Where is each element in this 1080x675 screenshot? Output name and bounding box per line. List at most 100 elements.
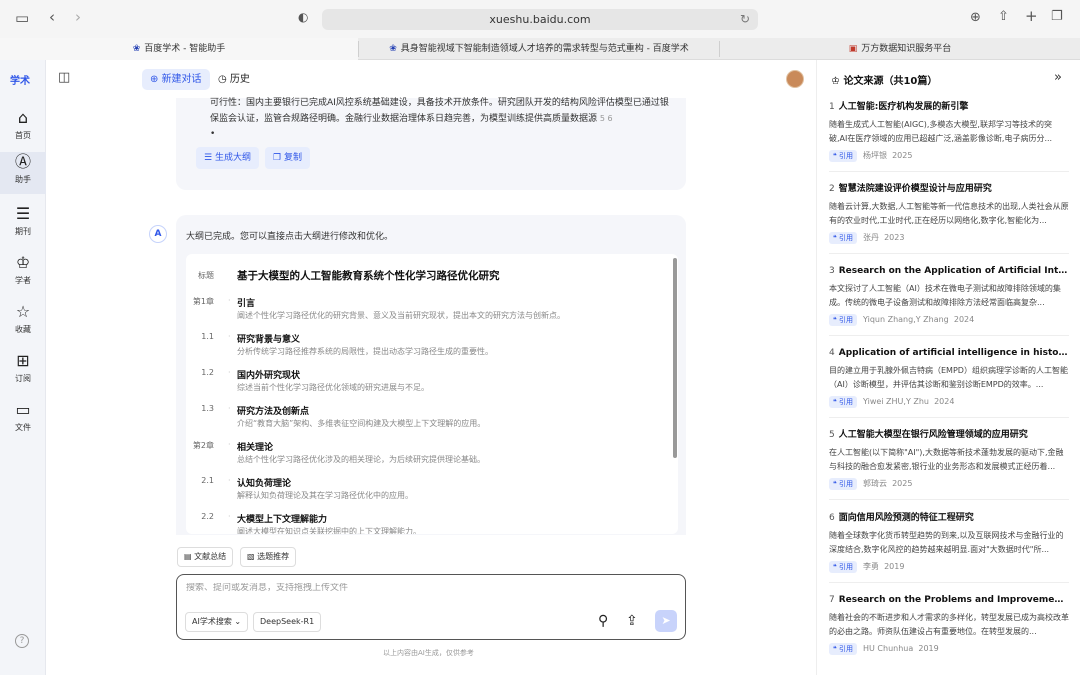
chevron-down-icon: ⌄ — [234, 617, 242, 626]
outline-editor[interactable]: 标题 基于大模型的人工智能教育系统个性化学习路径优化研究 第1章 · 引言 阐述… — [186, 254, 678, 534]
chat-toolbar: ◫ ⊕ 新建对话 ◷ 历史 — [46, 60, 816, 98]
help-icon[interactable]: ? — [15, 634, 29, 648]
source-abstract: 随着全球数字化货币转型趋势的到来,以及互联网技术与金融行业的深度结合,数字化风控… — [829, 531, 1064, 554]
source-meta: ❝ 引用 Yiqun Zhang,Y Zhang 2024 — [829, 313, 1069, 327]
sidebar-item-scholars[interactable]: ♔ 学者 — [0, 253, 46, 295]
cite-button[interactable]: ❝ 引用 — [829, 314, 857, 326]
address-bar[interactable]: xueshu.baidu.com ↻ — [322, 9, 758, 30]
source-item[interactable]: 7 Research on the Problems and Improvemen… — [829, 593, 1069, 656]
ai-disclaimer: 以上内容由AI生成，仅供参考 — [383, 649, 474, 657]
home-icon: ⌂ — [17, 108, 29, 127]
tab-paper-page[interactable]: ❀ 具身智能视域下智能制造领域人才培养的需求转型与范式重构 - 百度学术 — [359, 38, 719, 60]
source-abstract: 目的建立用于乳腺外佩吉特病（EMPD）组织病理学诊断的人工智能（AI）诊断模型，… — [829, 366, 1068, 389]
topic-recommend-button[interactable]: ▧ 选题推荐 — [240, 547, 297, 567]
source-abstract: 随着社会的不断进步和人才需求的多样化，转型发展已成为高校改革的必由之路。师资队伍… — [829, 613, 1069, 636]
xueshu-logo[interactable]: 学术 — [10, 72, 30, 87]
tab-wanfang[interactable]: ▣ 万方数据知识服务平台 — [720, 38, 1080, 60]
sidebar-item-assistant[interactable]: Ⓐ 助手 — [0, 152, 46, 194]
source-item[interactable]: 5 人工智能大模型在银行风险管理领域的应用研究 在人工智能(以下简称"AI"),大… — [829, 428, 1069, 491]
baidu-paw-icon: ❀ — [132, 44, 141, 54]
tab-overview-icon[interactable]: ❐ — [1051, 10, 1063, 23]
privacy-shield-icon: ◐ — [298, 10, 309, 24]
assistant-icon: Ⓐ — [14, 152, 31, 171]
source-title[interactable]: 2 智慧法院建设评价模型设计与应用研究 — [829, 182, 1069, 196]
new-chat-button[interactable]: ⊕ 新建对话 — [142, 69, 210, 90]
source-item[interactable]: 4 Application of artificial intelligence … — [829, 346, 1069, 409]
history-button[interactable]: ◷ 历史 — [218, 69, 250, 90]
sidebar-item-files[interactable]: ▭ 文件 — [0, 400, 46, 442]
source-item[interactable]: 3 Research on the Application of Artifici… — [829, 264, 1069, 327]
cite-button[interactable]: ❝ 引用 — [829, 232, 857, 244]
topic-icon: ▧ — [247, 552, 258, 561]
cite-button[interactable]: ❝ 引用 — [829, 150, 857, 162]
copy-button[interactable]: ❐ 复制 — [265, 147, 310, 169]
source-title[interactable]: 1 人工智能:医疗机构发展的新引擎 — [829, 100, 1069, 114]
cite-button[interactable]: ❝ 引用 — [829, 643, 857, 655]
send-button[interactable]: ➤ — [655, 610, 677, 632]
cite-button[interactable]: ❝ 引用 — [829, 396, 857, 408]
document-icon: ▤ — [184, 552, 195, 561]
source-abstract: 本文探讨了人工智能（AI）技术在微电子测试和故障排除领域的集成。传统的微电子设备… — [829, 284, 1061, 307]
sidebar-item-home[interactable]: ⌂ 首页 — [0, 108, 46, 150]
url-text: xueshu.baidu.com — [489, 13, 591, 26]
copy-icon: ❐ — [273, 153, 284, 163]
sidebar-toggle-icon[interactable]: ▭ — [15, 11, 29, 26]
source-title[interactable]: 5 人工智能大模型在银行风险管理领域的应用研究 — [829, 428, 1069, 442]
chat-input[interactable] — [186, 583, 666, 593]
reference-numbers[interactable]: 5 6 — [600, 114, 613, 123]
generate-outline-button[interactable]: ☰ 生成大纲 — [196, 147, 259, 169]
upload-icon[interactable]: ⇪ — [626, 613, 638, 629]
browser-toolbar: ▭ ‹ › ◐ xueshu.baidu.com ↻ ⊕ ⇧ + ❐ — [0, 0, 1080, 38]
source-abstract: 随着云计算,大数据,人工智能等新一代信息技术的出现,人类社会从原有的农业时代,工… — [829, 202, 1069, 225]
graduation-cap-icon: ♔ — [15, 253, 31, 272]
clock-icon: ◷ — [218, 74, 230, 85]
source-abstract: 在人工智能(以下简称"AI"),大数据等新技术蓬勃发展的驱动下,金融与科技的融合… — [829, 448, 1064, 471]
answer-text: 可行性：国内主要银行已完成AI风控系统基础建设，具备技术开放条件。研究团队开发的… — [210, 98, 669, 139]
cite-button[interactable]: ❝ 引用 — [829, 478, 857, 490]
model-select[interactable]: DeepSeek-R1 — [253, 612, 322, 632]
outline-intro-text: 大纲已完成。您可以直接点击大纲进行修改和优化。 — [186, 232, 394, 242]
panel-toggle-icon[interactable]: ◫ — [58, 70, 70, 85]
source-item[interactable]: 1 人工智能:医疗机构发展的新引擎 随着生成式人工智能(AIGC),多模态大模型,… — [829, 100, 1069, 163]
wanfang-logo-icon: ▣ — [848, 44, 858, 54]
baidu-paw-icon: ❀ — [389, 44, 397, 54]
download-icon[interactable]: ⊕ — [970, 11, 981, 24]
source-abstract: 随着生成式人工智能(AIGC),多模态大模型,联邦学习等技术的突破,AI在医疗领… — [829, 120, 1053, 143]
cite-button[interactable]: ❝ 引用 — [829, 561, 857, 573]
source-item[interactable]: 2 智慧法院建设评价模型设计与应用研究 随着云计算,大数据,人工智能等新一代信息技… — [829, 182, 1069, 245]
ai-assistant-icon: A — [149, 225, 167, 243]
left-sidebar: 学术 ⌂ 首页 Ⓐ 助手 ☰ 期刊 ♔ 学者 ☆ 收藏 ⊞ 订阅 ▭ 文件 ? — [0, 60, 46, 675]
link-icon[interactable]: ⚲ — [598, 613, 608, 629]
forward-icon[interactable]: › — [75, 10, 81, 25]
outline-scrollbar[interactable] — [673, 258, 677, 458]
folder-icon: ▭ — [15, 400, 31, 419]
subscribe-icon: ⊞ — [16, 351, 30, 370]
graduation-cap-icon: ♔ — [831, 76, 844, 87]
send-icon: ➤ — [661, 614, 671, 627]
sidebar-item-subscriptions[interactable]: ⊞ 订阅 — [0, 351, 46, 393]
user-avatar[interactable] — [786, 70, 804, 88]
collapse-panel-icon[interactable]: » — [1054, 70, 1062, 85]
source-title[interactable]: 3 Research on the Application of Artifici… — [829, 264, 1069, 278]
sidebar-item-journals[interactable]: ☰ 期刊 — [0, 204, 46, 246]
journal-icon: ☰ — [15, 204, 31, 223]
literature-summary-button[interactable]: ▤ 文献总结 — [177, 547, 234, 567]
reload-icon[interactable]: ↻ — [740, 9, 750, 30]
list-icon: ☰ — [204, 153, 215, 163]
chat-input-box[interactable]: AI学术搜索 ⌄ DeepSeek-R1 ⚲ ⇪ ➤ — [176, 574, 686, 640]
tab-bar: ❀ 百度学术 - 智能助手 ❀ 具身智能视域下智能制造领域人才培养的需求转型与范式重… — [0, 38, 1080, 60]
source-meta: ❝ 引用 李勇 2019 — [829, 560, 1069, 574]
source-meta: ❝ 引用 Yiwei ZHU,Y Zhu 2024 — [829, 395, 1069, 409]
share-icon[interactable]: ⇧ — [998, 10, 1009, 23]
source-title[interactable]: 7 Research on the Problems and Improvemen… — [829, 593, 1069, 607]
sidebar-item-favorites[interactable]: ☆ 收藏 — [0, 302, 46, 344]
sources-panel: ♔ 论文来源（共10篇） » 1 人工智能:医疗机构发展的新引擎 随着生成式人工智… — [816, 60, 1080, 675]
tab-baidu-assistant[interactable]: ❀ 百度学术 - 智能助手 — [0, 38, 358, 60]
search-mode-select[interactable]: AI学术搜索 ⌄ — [185, 612, 249, 632]
source-item[interactable]: 6 面向信用风险预测的特征工程研究 随着全球数字化货币转型趋势的到来,以及互联网技… — [829, 511, 1069, 574]
source-title[interactable]: 6 面向信用风险预测的特征工程研究 — [829, 511, 1069, 525]
source-meta: ❝ 引用 HU Chunhua 2019 — [829, 642, 1069, 656]
back-icon[interactable]: ‹ — [49, 10, 55, 25]
new-tab-icon[interactable]: + — [1025, 9, 1038, 24]
source-title[interactable]: 4 Application of artificial intelligence … — [829, 346, 1069, 360]
